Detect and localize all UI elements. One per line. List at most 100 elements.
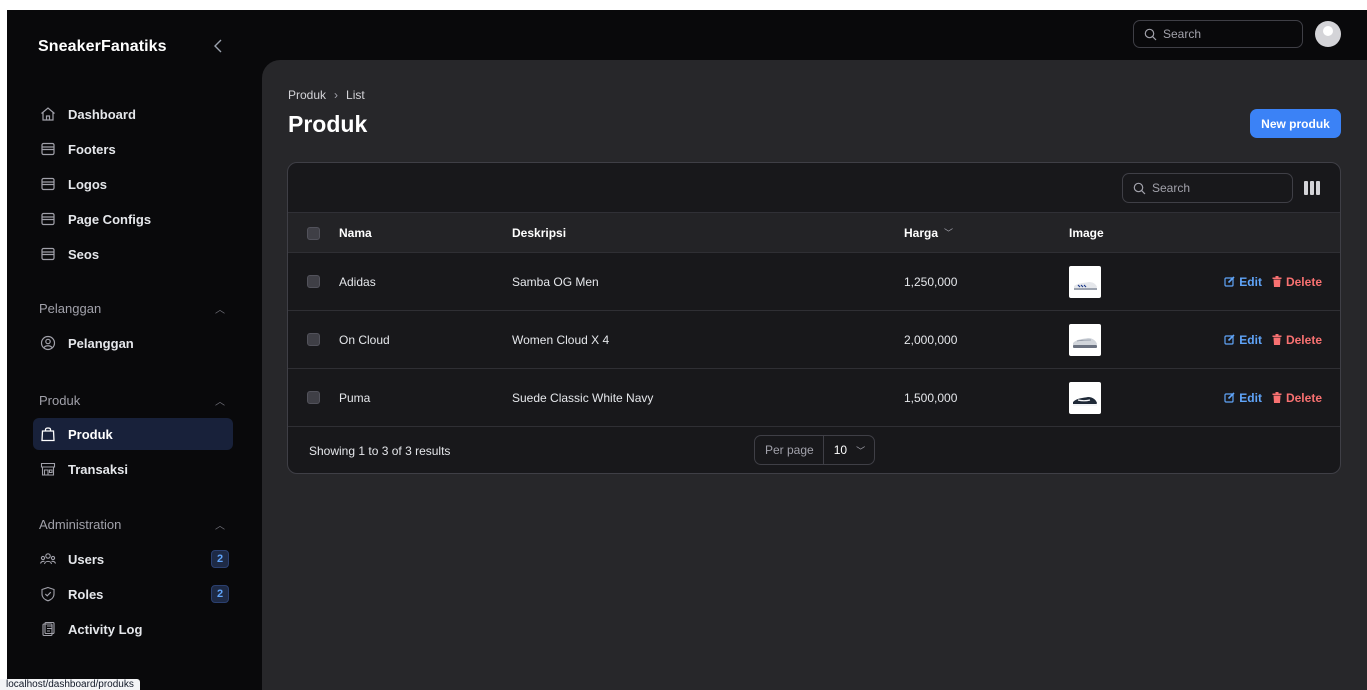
- sidebar-item-produk[interactable]: Produk: [33, 418, 233, 450]
- sidebar-item-label: Page Configs: [68, 211, 152, 227]
- delete-button[interactable]: Delete: [1272, 333, 1322, 347]
- sidebar-item-label: Seos: [68, 246, 100, 262]
- cell-deskripsi: Women Cloud X 4: [512, 332, 610, 347]
- product-thumbnail[interactable]: [1069, 323, 1101, 356]
- sidebar-item-roles[interactable]: Roles 2: [33, 578, 233, 610]
- edit-label: Edit: [1239, 274, 1262, 289]
- edit-label: Edit: [1239, 332, 1262, 347]
- search-icon: [1144, 28, 1157, 41]
- count-badge: 2: [211, 585, 229, 603]
- column-header-label: Harga: [904, 225, 939, 240]
- collapse-sidebar-button[interactable]: [213, 38, 223, 59]
- chevron-up-icon: ︿: [215, 520, 225, 532]
- row-actions: Edit Delete: [1224, 253, 1322, 310]
- edit-label: Edit: [1239, 390, 1262, 405]
- user-avatar[interactable]: [1315, 21, 1341, 47]
- sidebar-item-label: Roles: [68, 586, 104, 602]
- app-window: SneakerFanatiks Dashboard Footers Logos …: [7, 10, 1367, 690]
- cell-nama: Puma: [339, 390, 371, 405]
- sidebar-group-produk: Produk ︿ Produk Transaksi: [33, 384, 233, 485]
- row-checkbox[interactable]: [307, 391, 320, 404]
- clipboard-icon: [39, 620, 57, 638]
- archive-icon: [39, 140, 57, 158]
- breadcrumb: Produk › List: [288, 88, 365, 102]
- delete-button[interactable]: Delete: [1272, 275, 1322, 289]
- new-produk-button[interactable]: New produk: [1250, 109, 1341, 138]
- breadcrumb-produk[interactable]: Produk: [288, 88, 326, 102]
- cell-harga: 2,000,000: [904, 332, 958, 347]
- shopping-bag-icon: [39, 425, 57, 443]
- sidebar-item-seos[interactable]: Seos: [33, 238, 233, 270]
- produk-table-card: Search Nama Deskripsi Harga ﹀ Image Adid…: [287, 162, 1341, 474]
- delete-label: Delete: [1285, 332, 1322, 347]
- sidebar-item-pelanggan[interactable]: Pelanggan: [33, 327, 233, 359]
- sidebar-item-label: Activity Log: [68, 621, 143, 637]
- storefront-icon: [39, 460, 57, 478]
- sidebar-item-activity-log[interactable]: Activity Log: [33, 613, 233, 645]
- search-icon: [1133, 182, 1146, 195]
- home-icon: [39, 105, 57, 123]
- archive-icon: [39, 210, 57, 228]
- cell-nama: On Cloud: [339, 332, 390, 347]
- archive-icon: [39, 175, 57, 193]
- edit-button[interactable]: Edit: [1224, 275, 1262, 289]
- search-placeholder: Search: [1152, 181, 1191, 195]
- sidebar-item-dashboard[interactable]: Dashboard: [33, 98, 233, 130]
- per-page-select[interactable]: Per page 10 ﹀: [754, 435, 875, 465]
- cell-harga: 1,500,000: [904, 390, 958, 405]
- status-bar-url: localhost/dashboard/produks: [0, 679, 140, 690]
- global-search-input[interactable]: Search: [1133, 20, 1303, 48]
- column-header-harga[interactable]: Harga ﹀: [904, 213, 953, 252]
- columns-toggle-icon[interactable]: [1304, 181, 1320, 195]
- sidebar-item-footers[interactable]: Footers: [33, 133, 233, 165]
- brand-logo[interactable]: SneakerFanatiks: [38, 38, 167, 56]
- chevron-up-icon: ︿: [215, 304, 225, 316]
- edit-icon: [1224, 276, 1235, 287]
- select-all-checkbox[interactable]: [307, 227, 320, 240]
- page-title: Produk: [288, 111, 368, 137]
- sidebar-item-label: Logos: [68, 176, 107, 192]
- sidebar-group-administration: Administration ︿ Users 2 Roles 2 Activit…: [33, 508, 233, 645]
- delete-button[interactable]: Delete: [1272, 391, 1322, 405]
- sidebar-item-page-configs[interactable]: Page Configs: [33, 203, 233, 235]
- group-header-pelanggan[interactable]: Pelanggan ︿: [33, 292, 233, 324]
- per-page-value: 10 ﹀: [824, 443, 865, 457]
- chevron-left-icon: [214, 39, 222, 53]
- trash-icon: [1272, 334, 1282, 345]
- edit-button[interactable]: Edit: [1224, 333, 1262, 347]
- product-thumbnail[interactable]: [1069, 265, 1101, 298]
- sidebar-item-label: Dashboard: [68, 106, 136, 122]
- column-header-nama[interactable]: Nama: [339, 213, 372, 252]
- row-checkbox[interactable]: [307, 333, 320, 346]
- group-header-produk[interactable]: Produk ︿: [33, 384, 233, 416]
- row-actions: Edit Delete: [1224, 369, 1322, 426]
- sidebar-item-logos[interactable]: Logos: [33, 168, 233, 200]
- table-search-input[interactable]: Search: [1122, 173, 1293, 203]
- pagination-summary: Showing 1 to 3 of 3 results: [309, 444, 451, 458]
- group-label: Produk: [39, 392, 81, 408]
- row-actions: Edit Delete: [1224, 311, 1322, 368]
- product-thumbnail[interactable]: [1069, 381, 1101, 414]
- sidebar-item-transaksi[interactable]: Transaksi: [33, 453, 233, 485]
- column-header-image: Image: [1069, 225, 1104, 240]
- table-row: Adidas Samba OG Men 1,250,000 Edit Delet…: [288, 252, 1340, 310]
- shield-check-icon: [39, 585, 57, 603]
- user-circle-icon: [39, 334, 57, 352]
- table-footer: Showing 1 to 3 of 3 results Per page 10 …: [288, 426, 1340, 473]
- column-header-deskripsi[interactable]: Deskripsi: [512, 213, 566, 252]
- count-badge: 2: [211, 550, 229, 568]
- chevron-right-icon: ›: [334, 88, 339, 102]
- table-header: Nama Deskripsi Harga ﹀ Image: [288, 212, 1340, 252]
- sidebar-item-label: Users: [68, 551, 105, 567]
- edit-button[interactable]: Edit: [1224, 391, 1262, 405]
- sidebar-group-pelanggan: Pelanggan ︿ Pelanggan: [33, 292, 233, 359]
- search-placeholder: Search: [1163, 27, 1202, 41]
- row-checkbox[interactable]: [307, 275, 320, 288]
- sidebar-nav-main: Dashboard Footers Logos Page Configs Seo…: [33, 98, 233, 270]
- sidebar-item-users[interactable]: Users 2: [33, 543, 233, 575]
- group-header-administration[interactable]: Administration ︿: [33, 508, 233, 540]
- per-page-number: 10: [833, 443, 848, 457]
- cell-image: [1069, 369, 1101, 426]
- per-page-label: Per page: [755, 436, 824, 464]
- table-row: Puma Suede Classic White Navy 1,500,000 …: [288, 368, 1340, 426]
